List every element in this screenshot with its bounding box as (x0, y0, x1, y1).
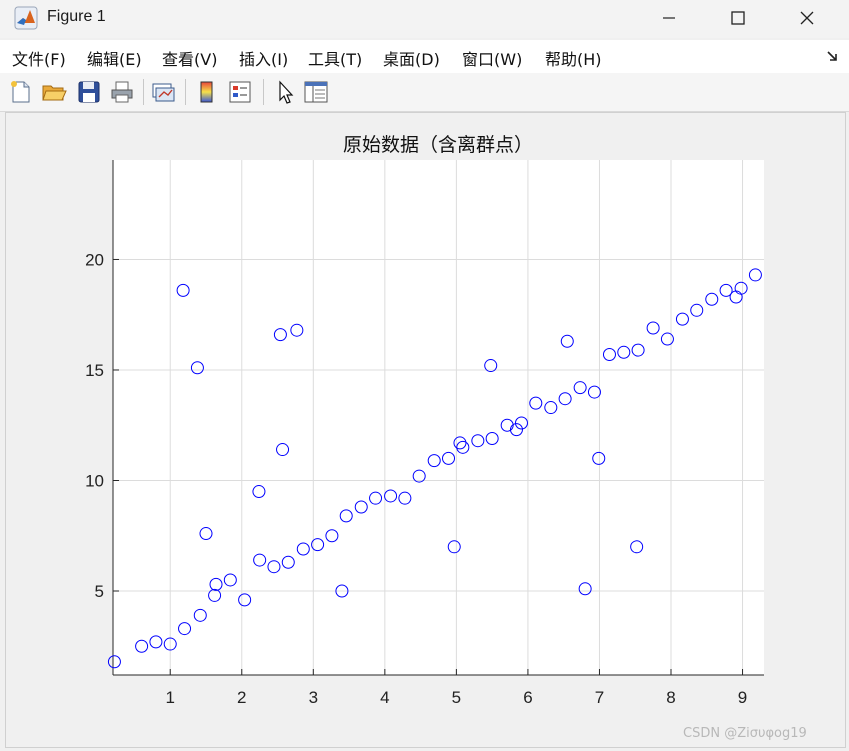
y-tick-label: 5 (95, 582, 104, 601)
y-tick-label: 20 (85, 250, 104, 269)
axes-background (113, 160, 764, 675)
x-tick-label: 5 (452, 688, 461, 707)
x-tick-label: 2 (237, 688, 246, 707)
x-tick-label: 1 (165, 688, 174, 707)
y-tick-label: 10 (85, 471, 104, 490)
x-tick-label: 4 (380, 688, 389, 707)
watermark: CSDN @Ziσυφog19 (683, 726, 807, 741)
scatter-plot: 1 2 3 4 5 6 7 8 9 5 10 15 20 原始数据（含离群点） (85, 134, 764, 707)
x-tick-label: 6 (523, 688, 532, 707)
chart-title: 原始数据（含离群点） (343, 134, 533, 156)
x-tick-label: 3 (309, 688, 318, 707)
y-tick-label: 15 (85, 361, 104, 380)
x-tick-label: 9 (738, 688, 747, 707)
figure-window: Figure 1 文件(F) 编辑(E) 查看(V) 插入(I) 工具(T) 桌… (0, 0, 849, 751)
x-tick-label: 7 (595, 688, 604, 707)
x-tick-label: 8 (666, 688, 675, 707)
